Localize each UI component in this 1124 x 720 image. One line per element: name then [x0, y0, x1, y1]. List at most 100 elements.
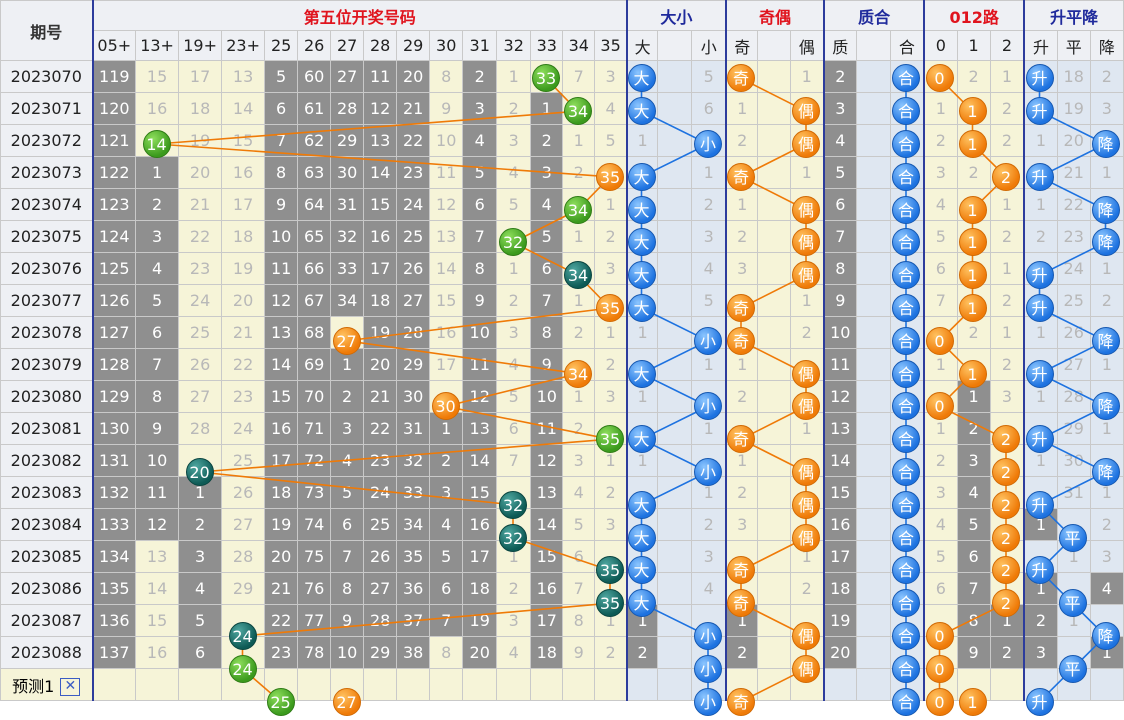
result-ball: 小: [694, 130, 722, 158]
group-header-big-small: 大小: [625, 0, 727, 31]
grid-cell: [757, 220, 791, 253]
period-cell: 2023088: [0, 636, 94, 669]
grid-cell: 6: [923, 572, 958, 605]
grid-cell: [757, 604, 791, 637]
prediction-cell[interactable]: [855, 668, 891, 701]
prediction-cell[interactable]: [562, 668, 596, 701]
grid-cell: 2: [989, 220, 1025, 253]
prediction-cell[interactable]: [823, 668, 857, 701]
grid-cell: [657, 252, 693, 285]
grid-cell: 4: [562, 476, 596, 509]
table-row: 20230731221201686330142311543235大1奇15合32…: [0, 156, 1124, 189]
grid-cell: 23: [221, 380, 266, 413]
grid-cell: 27: [178, 380, 223, 413]
grid-cell: 13: [363, 124, 398, 157]
grid-cell: 127: [91, 316, 137, 349]
grid-cell: 3: [691, 220, 727, 253]
prediction-cell[interactable]: [429, 668, 464, 701]
result-ball: 34: [564, 195, 592, 224]
grid-cell: 4: [530, 188, 564, 221]
grid-cell: 70: [297, 380, 332, 413]
grid-cell: 9: [530, 348, 564, 381]
grid-cell: 23: [178, 252, 223, 285]
grid-cell: 2: [923, 124, 958, 157]
table-row: 202307612542319116633172614816343大43偶8合6…: [0, 252, 1124, 285]
grid-cell: 20: [823, 636, 857, 669]
grid-cell: 2: [462, 60, 498, 93]
grid-cell: 17: [429, 348, 464, 381]
grid-cell: 2: [989, 124, 1025, 157]
trend-grid: 期号 第五位开奖号码 大小 奇偶 质合 012路 升平降 05+ 13+ 19+ 23…: [0, 0, 1124, 701]
result-ball: 0: [925, 654, 954, 683]
grid-cell: [657, 124, 693, 157]
grid-cell: 27: [1056, 348, 1091, 381]
grid-cell: 31: [330, 188, 365, 221]
prediction-cell[interactable]: [594, 668, 628, 701]
grid-cell: 27: [221, 508, 266, 541]
grid-cell: 60: [297, 60, 332, 93]
result-ball: 20: [185, 458, 214, 486]
result-ball: 2: [992, 490, 1020, 519]
grid-cell: 13: [429, 220, 464, 253]
grid-cell: 18: [530, 636, 564, 669]
result-ball: 奇: [727, 589, 755, 618]
grid-cell: 2: [989, 636, 1025, 669]
prediction-cell[interactable]: [178, 668, 223, 701]
grid-cell: 8: [462, 252, 498, 285]
grid-cell: 2: [989, 92, 1025, 125]
table-row: 2023088137166242378102938820418922小2偶20合…: [0, 636, 1124, 669]
group-header-prime-composite: 质合: [823, 0, 925, 31]
result-ball: 升: [1025, 490, 1054, 519]
result-ball: 升: [1025, 97, 1054, 126]
grid-cell: 20: [363, 348, 398, 381]
close-icon[interactable]: ✕: [60, 678, 81, 696]
grid-cell: 134: [91, 540, 137, 573]
prediction-cell[interactable]: [1089, 668, 1124, 701]
result-ball: 合: [892, 359, 920, 388]
prediction-cell[interactable]: [363, 668, 398, 701]
prediction-cell[interactable]: [530, 668, 564, 701]
grid-cell: 14: [135, 572, 180, 605]
prediction-cell[interactable]: [91, 668, 137, 701]
column-header-15: 35: [594, 30, 628, 61]
prediction-cell[interactable]: [297, 668, 332, 701]
prediction-cell[interactable]: [989, 668, 1025, 701]
result-ball: 35: [596, 294, 624, 322]
grid-cell: 6: [264, 92, 299, 125]
grid-cell: 1: [789, 156, 825, 189]
result-ball: 1: [958, 195, 987, 224]
column-header-20: [757, 30, 791, 61]
grid-cell: 30: [330, 156, 365, 189]
grid-cell: 26: [1056, 316, 1091, 349]
grid-cell: [757, 124, 791, 157]
grid-cell: [657, 380, 693, 413]
prediction-cell[interactable]: [757, 668, 791, 701]
result-ball: 合: [892, 261, 920, 290]
grid-cell: 3: [594, 60, 628, 93]
grid-cell: 16: [135, 636, 180, 669]
prediction-cell[interactable]: [625, 668, 659, 701]
grid-cell: 136: [91, 604, 137, 637]
grid-cell: 2: [724, 220, 759, 253]
result-ball: 降: [1091, 195, 1120, 224]
prediction-cell[interactable]: [657, 668, 693, 701]
period-cell: 2023077: [0, 284, 94, 317]
prediction-cell[interactable]: [496, 668, 532, 701]
prediction-cell[interactable]: [396, 668, 431, 701]
result-ball: 大: [627, 228, 656, 257]
prediction-cell[interactable]: [462, 668, 498, 701]
result-ball: 35: [596, 425, 624, 454]
grid-cell: 26: [221, 476, 266, 509]
grid-cell: 3: [1023, 636, 1058, 669]
grid-cell: 19: [1056, 92, 1091, 125]
column-header-24: 合: [889, 30, 925, 61]
grid-cell: 28: [221, 540, 266, 573]
period-cell: 2023085: [0, 540, 94, 573]
prediction-cell[interactable]: [135, 668, 180, 701]
grid-cell: 4: [496, 348, 532, 381]
grid-cell: 69: [297, 348, 332, 381]
grid-cell: 15: [221, 124, 266, 157]
grid-cell: 1: [989, 60, 1025, 93]
grid-cell: 4: [429, 508, 464, 541]
column-header-13: 33: [530, 30, 564, 61]
